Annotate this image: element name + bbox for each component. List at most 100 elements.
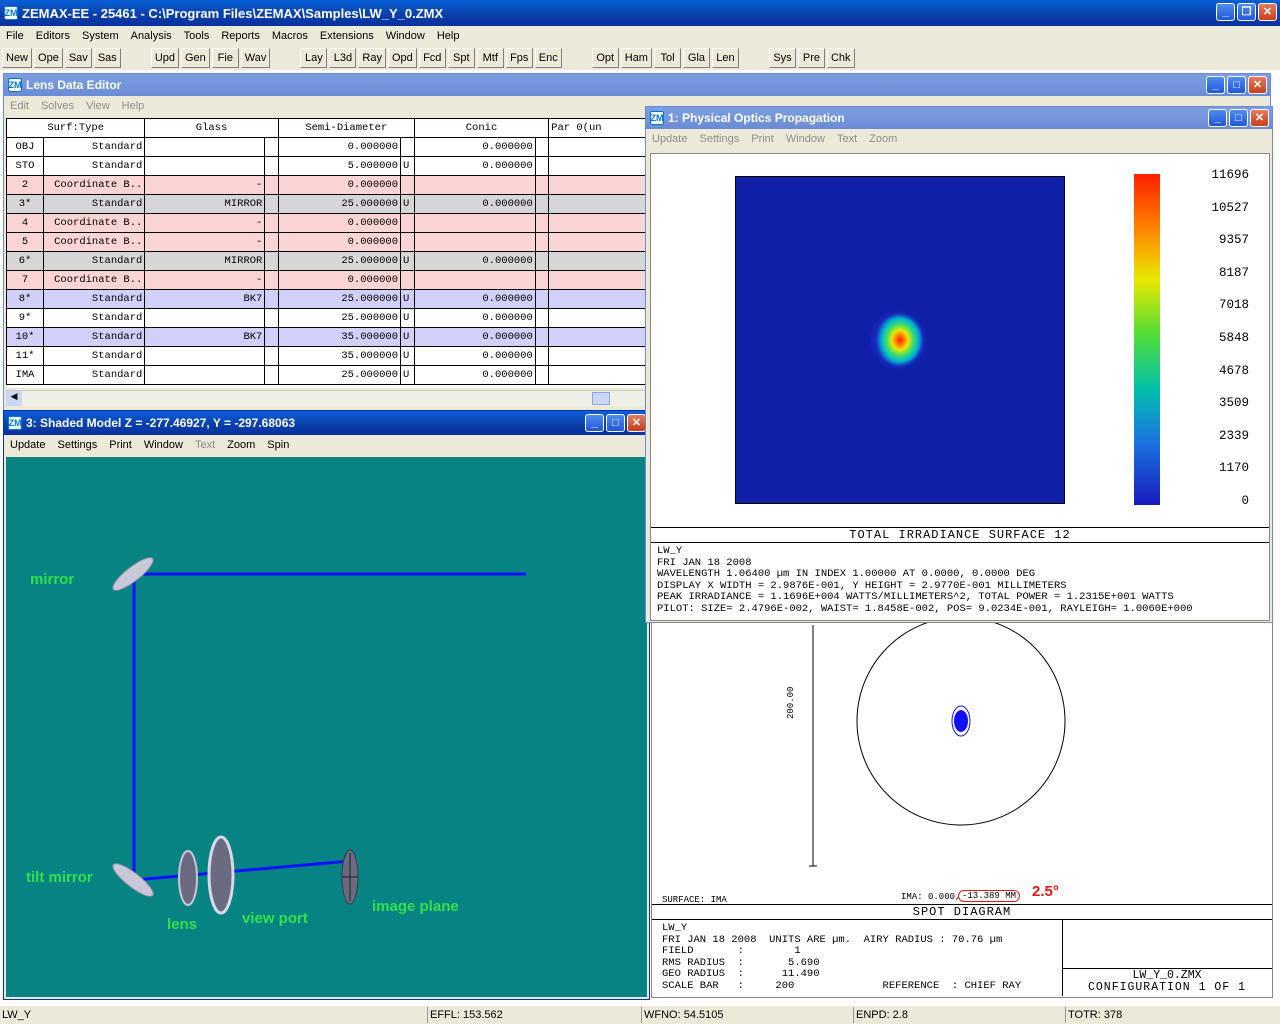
shaded-menu-print[interactable]: Print <box>103 439 138 451</box>
cell-surf[interactable]: 3* <box>6 194 44 214</box>
table-row[interactable]: 9* Standard 25.000000 U 0.000000 <box>6 308 646 328</box>
cell-conic[interactable]: 0.000000 <box>413 289 536 309</box>
cell-surf[interactable]: 7 <box>6 270 44 290</box>
cell-surf[interactable]: 6* <box>6 251 44 271</box>
cell-glass-solve[interactable] <box>264 194 279 214</box>
cell-glass-solve[interactable] <box>264 156 279 176</box>
cell-conic[interactable]: 0.000000 <box>413 156 536 176</box>
cell-surf[interactable]: 8* <box>6 289 44 309</box>
cell-conic-solve[interactable] <box>534 137 550 157</box>
cell-conic-solve[interactable] <box>534 232 550 252</box>
col-conic[interactable]: Conic <box>413 118 550 138</box>
cell-semi-diameter[interactable]: 25.000000 <box>277 308 402 328</box>
toolbar-button-fcd[interactable]: Fcd <box>418 48 446 68</box>
minimize-button[interactable]: _ <box>1216 3 1235 21</box>
toolbar-button-ham[interactable]: Ham <box>620 48 652 68</box>
cell-glass-solve[interactable] <box>264 213 279 233</box>
cell-conic[interactable]: 0.000000 <box>413 346 536 366</box>
shaded-menu-text[interactable]: Text <box>189 439 221 451</box>
cell-conic[interactable]: 0.000000 <box>413 251 536 271</box>
shaded-app-icon[interactable]: ZM <box>8 416 22 430</box>
toolbar-button-gla[interactable]: Gla <box>682 48 710 68</box>
cell-type[interactable]: Standard <box>42 289 146 309</box>
cell-glass[interactable] <box>144 346 266 366</box>
table-row[interactable]: 7 Coordinate B.. -0.000000 <box>6 270 646 290</box>
menu-window[interactable]: Window <box>380 30 431 42</box>
table-row[interactable]: 6* Standard MIRROR 25.000000 U 0.000000 <box>6 251 646 271</box>
cell-glass[interactable]: MIRROR <box>144 251 266 271</box>
cell-semi-solve[interactable] <box>400 270 415 290</box>
cell-glass-solve[interactable] <box>264 251 279 271</box>
shaded-menu-settings[interactable]: Settings <box>51 439 103 451</box>
cell-semi-solve[interactable]: U <box>400 156 415 176</box>
cell-glass[interactable]: BK7 <box>144 289 266 309</box>
lde-horizontal-scrollbar[interactable]: ◀ <box>6 390 646 406</box>
cell-type[interactable]: Standard <box>42 365 146 385</box>
toolbar-button-l3d[interactable]: L3d <box>329 48 357 68</box>
shaded-menu-window[interactable]: Window <box>138 439 189 451</box>
cell-conic[interactable] <box>413 213 536 233</box>
cell-par0[interactable] <box>548 232 646 252</box>
pop-menu-update[interactable]: Update <box>646 133 693 145</box>
shaded-menu-spin[interactable]: Spin <box>261 439 295 451</box>
cell-semi-diameter[interactable]: 0.000000 <box>277 213 402 233</box>
toolbar-button-enc[interactable]: Enc <box>534 48 562 68</box>
toolbar-button-pre[interactable]: Pre <box>797 48 825 68</box>
cell-conic[interactable]: 0.000000 <box>413 365 536 385</box>
pop-app-icon[interactable]: ZM <box>650 111 664 125</box>
toolbar-button-ray[interactable]: Ray <box>358 48 386 68</box>
restore-button[interactable]: ❐ <box>1237 3 1256 21</box>
toolbar-button-sys[interactable]: Sys <box>768 48 796 68</box>
cell-semi-diameter[interactable]: 25.000000 <box>277 194 402 214</box>
cell-type[interactable]: Standard <box>42 308 146 328</box>
cell-semi-solve[interactable] <box>400 175 415 195</box>
cell-glass-solve[interactable] <box>264 232 279 252</box>
scroll-thumb[interactable] <box>592 392 610 405</box>
cell-semi-solve[interactable]: U <box>400 194 415 214</box>
cell-conic-solve[interactable] <box>534 175 550 195</box>
cell-surf[interactable]: 9* <box>6 308 44 328</box>
cell-glass[interactable]: MIRROR <box>144 194 266 214</box>
menu-extensions[interactable]: Extensions <box>314 30 380 42</box>
cell-semi-solve[interactable] <box>400 213 415 233</box>
pop-menu-window[interactable]: Window <box>780 133 831 145</box>
cell-conic-solve[interactable] <box>534 308 550 328</box>
pop-minimize-button[interactable]: _ <box>1208 109 1227 127</box>
table-row[interactable]: IMA Standard 25.000000 U 0.000000 <box>6 365 646 385</box>
cell-type[interactable]: Standard <box>42 156 146 176</box>
shaded-menu-update[interactable]: Update <box>4 439 51 451</box>
cell-conic-solve[interactable] <box>534 365 550 385</box>
cell-par0[interactable] <box>548 156 646 176</box>
toolbar-button-upd[interactable]: Upd <box>150 48 179 68</box>
cell-glass[interactable]: BK7 <box>144 327 266 347</box>
pop-maximize-button[interactable]: □ <box>1229 109 1248 127</box>
cell-surf[interactable]: OBJ <box>6 137 44 157</box>
pop-close-button[interactable]: ✕ <box>1250 109 1269 127</box>
cell-glass-solve[interactable] <box>264 289 279 309</box>
cell-semi-diameter[interactable]: 35.000000 <box>277 346 402 366</box>
toolbar-button-chk[interactable]: Chk <box>826 48 855 68</box>
cell-glass[interactable]: - <box>144 270 266 290</box>
table-row[interactable]: 8* Standard BK7 25.000000 U 0.000000 <box>6 289 646 309</box>
cell-par0[interactable] <box>548 175 646 195</box>
cell-conic-solve[interactable] <box>534 213 550 233</box>
menu-help[interactable]: Help <box>431 30 466 42</box>
cell-conic[interactable]: 0.000000 <box>413 327 536 347</box>
cell-par0[interactable] <box>548 251 646 271</box>
cell-conic[interactable]: 0.000000 <box>413 308 536 328</box>
menu-file[interactable]: File <box>0 30 30 42</box>
col-surf-type[interactable]: Surf:Type <box>6 118 146 138</box>
cell-semi-solve[interactable]: U <box>400 289 415 309</box>
toolbar-button-gen[interactable]: Gen <box>181 48 210 68</box>
pop-menu-text[interactable]: Text <box>831 133 863 145</box>
pop-menu-zoom[interactable]: Zoom <box>863 133 903 145</box>
table-row[interactable]: 10* Standard BK7 35.000000 U 0.000000 <box>6 327 646 347</box>
cell-glass[interactable]: - <box>144 175 266 195</box>
col-glass[interactable]: Glass <box>144 118 279 138</box>
shaded-minimize-button[interactable]: _ <box>585 414 604 432</box>
cell-par0[interactable] <box>548 327 646 347</box>
cell-conic-solve[interactable] <box>534 156 550 176</box>
menu-editors[interactable]: Editors <box>30 30 76 42</box>
cell-surf[interactable]: 10* <box>6 327 44 347</box>
col-semi-diameter[interactable]: Semi-Diameter <box>277 118 415 138</box>
